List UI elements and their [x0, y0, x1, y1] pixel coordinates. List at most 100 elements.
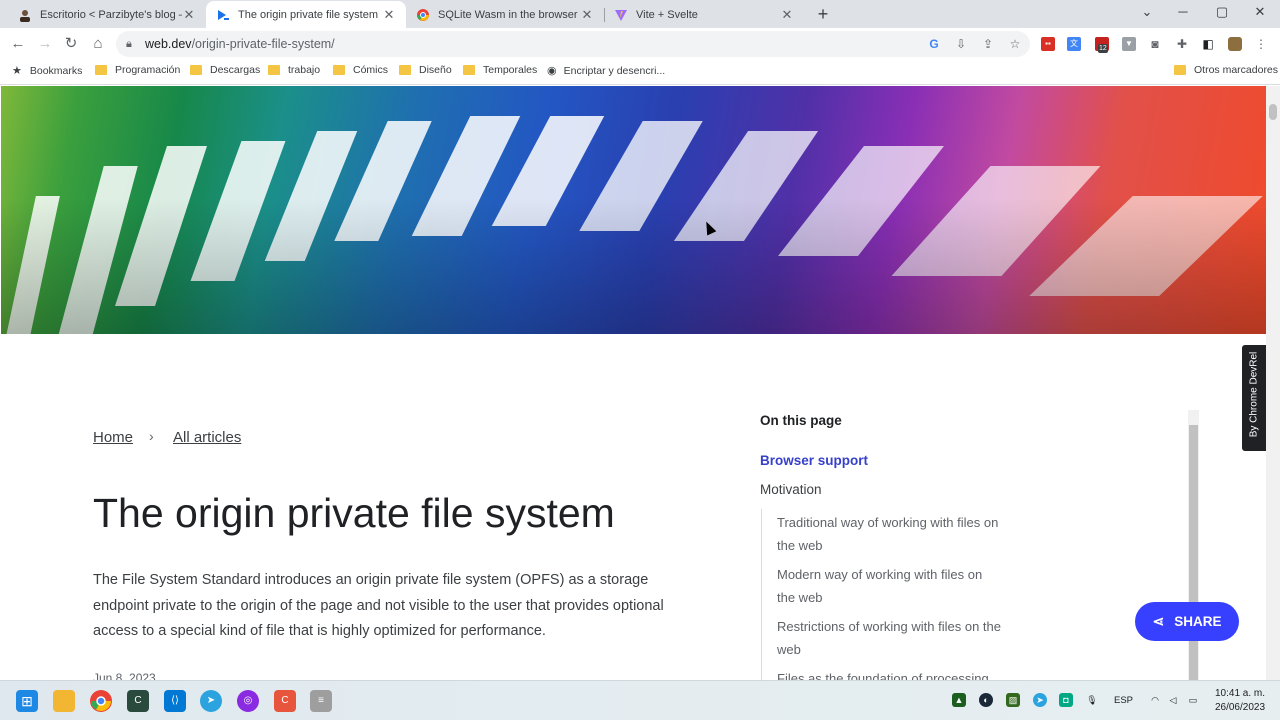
toc-subitem[interactable]: Modern way of working with files on the … — [777, 563, 1002, 609]
file-explorer-icon[interactable] — [53, 690, 75, 712]
clock-date: 26/06/2023 — [1214, 702, 1266, 713]
folder-icon — [268, 65, 280, 75]
telegram-taskbar-icon[interactable]: ➤ — [200, 690, 222, 712]
tab-search-icon[interactable]: ⌄ — [1137, 4, 1157, 20]
chevron-right-icon: › — [149, 428, 154, 444]
podcast-taskbar-icon[interactable]: ◎ — [237, 690, 259, 712]
url-domain: web.dev — [145, 37, 192, 51]
close-icon[interactable]: ✕ — [182, 7, 196, 23]
bookmark-folder[interactable]: trabajo — [268, 64, 320, 76]
system-clock[interactable]: 10:41 a. m. 26/06/2023 — [1208, 687, 1272, 715]
side-panel-icon[interactable]: ◧ — [1201, 37, 1215, 51]
puzzle-extensions-icon[interactable]: ✚ — [1175, 37, 1189, 51]
home-icon[interactable]: ⌂ — [88, 34, 108, 54]
app-c-red-taskbar-icon[interactable]: C — [274, 690, 296, 712]
tab-title: Vite + Svelte — [636, 8, 698, 21]
bookmark-label: trabajo — [288, 64, 321, 76]
publish-date: Jun 8, 2023 — [93, 671, 156, 680]
star-icon: ★ — [12, 65, 22, 77]
new-tab-button[interactable]: + — [813, 4, 833, 25]
tab-title: Escritorio < Parzibyte's blog — W — [40, 8, 182, 21]
toc-scrollbar-thumb[interactable] — [1189, 425, 1198, 680]
share-icon: ⋖ — [1152, 613, 1165, 629]
clock-time: 10:41 a. m. — [1214, 688, 1266, 699]
install-app-icon[interactable]: ⇩ — [953, 36, 969, 52]
bookmark-folder[interactable]: Diseño — [399, 64, 452, 76]
bookmark-manager[interactable]: ★ Bookmarks — [12, 64, 82, 78]
language-indicator[interactable]: ESP — [1114, 695, 1133, 706]
steam-tray-icon[interactable]: ◐ — [979, 693, 993, 707]
bookmark-label: Descargas — [210, 64, 261, 76]
whatsapp-tray-icon[interactable]: ◘ — [1059, 693, 1073, 707]
share-page-icon[interactable]: ⇪ — [980, 36, 996, 52]
bookmark-folder[interactable]: Programación — [95, 64, 180, 76]
google-lens-icon[interactable]: G — [926, 36, 942, 52]
profile-avatar[interactable] — [1228, 37, 1242, 51]
scrollbar-thumb[interactable] — [1269, 104, 1277, 120]
bookmark-folder[interactable]: Descargas — [190, 64, 260, 76]
toc-item-browser-support[interactable]: Browser support — [760, 453, 868, 468]
reload-icon[interactable]: ↻ — [61, 34, 81, 54]
vscode-taskbar-icon[interactable]: ⟨⟩ — [164, 690, 186, 712]
browser-tab-vite[interactable]: Vite + Svelte ✕ — [604, 1, 804, 28]
close-icon[interactable]: ✕ — [580, 7, 594, 23]
tray-app-icon[interactable]: ▨ — [1006, 693, 1020, 707]
telegram-tray-icon[interactable]: ➤ — [1033, 693, 1047, 707]
close-icon[interactable]: ✕ — [780, 7, 794, 23]
extension-badge: 12 — [1098, 44, 1108, 53]
toc-subitem[interactable]: Files as the foundation of processing — [777, 667, 1002, 680]
close-icon[interactable]: ✕ — [382, 7, 396, 23]
translate-extension-icon[interactable]: 文 — [1067, 37, 1081, 51]
toc-subitem[interactable]: Restrictions of working with files on th… — [777, 615, 1002, 661]
app-c-taskbar-icon[interactable]: C — [127, 690, 149, 712]
extension-red-icon[interactable]: ▪▪ — [1041, 37, 1055, 51]
nvidia-tray-icon[interactable]: ▲ — [952, 693, 966, 707]
microphone-icon[interactable]: 🎙︎ — [1085, 693, 1099, 707]
forward-arrow-icon[interactable]: → — [35, 34, 55, 54]
browser-tab-sqlite[interactable]: SQLite Wasm in the browser back ✕ — [406, 1, 604, 28]
bookmark-label: Programación — [115, 64, 181, 76]
chrome-taskbar-icon[interactable] — [90, 690, 112, 712]
windows-start-icon[interactable]: ⊞ — [16, 690, 38, 712]
camera-extension-icon[interactable]: ◙ — [1148, 37, 1162, 51]
browser-toolbar: ← → ↻ ⌂ 🔒︎ web.dev/origin-private-file-s… — [0, 28, 1280, 60]
chrome-favicon-icon — [416, 8, 430, 22]
wifi-icon[interactable]: ◠ — [1148, 693, 1162, 707]
battery-icon[interactable]: ▭ — [1186, 693, 1200, 707]
breadcrumb-all-articles[interactable]: All articles — [173, 429, 241, 446]
maximize-button[interactable]: ▢ — [1212, 4, 1232, 20]
bookmark-star-icon[interactable]: ☆ — [1007, 36, 1023, 52]
bookmark-label: Diseño — [419, 64, 452, 76]
hero-image — [1, 86, 1266, 334]
toc-item-motivation[interactable]: Motivation — [760, 482, 822, 497]
back-arrow-icon[interactable]: ← — [8, 34, 28, 54]
volume-icon[interactable]: ◁ — [1166, 693, 1180, 707]
menu-kebab-icon[interactable]: ⋮ — [1254, 37, 1268, 51]
bookmark-link[interactable]: ◉ Encriptar y desencri... — [547, 64, 665, 78]
tab-title: SQLite Wasm in the browser back — [438, 8, 580, 21]
vite-favicon-icon — [614, 8, 628, 22]
browser-tab-blog[interactable]: Escritorio < Parzibyte's blog — W ✕ — [8, 1, 206, 28]
address-bar[interactable]: 🔒︎ web.dev/origin-private-file-system/ G… — [116, 31, 1030, 57]
tab-title: The origin private file system — [238, 8, 378, 21]
bookmark-label: Otros marcadores — [1194, 64, 1279, 76]
toc-subitem[interactable]: Traditional way of working with files on… — [777, 511, 1002, 557]
bookmark-folder[interactable]: Cómics — [333, 64, 388, 76]
page-title: The origin private file system — [93, 490, 615, 536]
other-bookmarks-folder[interactable]: Otros marcadores — [1174, 64, 1278, 76]
database-taskbar-icon[interactable]: ≡ — [310, 690, 332, 712]
folder-icon — [399, 65, 411, 75]
breadcrumb-home[interactable]: Home — [93, 429, 133, 446]
address-url: web.dev/origin-private-file-system/ — [145, 37, 335, 51]
extension-badge-icon[interactable]: 12 — [1095, 37, 1109, 53]
url-path: /origin-private-file-system/ — [191, 37, 335, 51]
close-window-button[interactable]: ✕ — [1250, 4, 1270, 20]
minimize-button[interactable]: ─ — [1173, 4, 1193, 19]
page-scrollbar[interactable] — [1266, 86, 1280, 680]
share-button[interactable]: ⋖ SHARE — [1135, 602, 1239, 641]
article-lead: The File System Standard introduces an o… — [93, 572, 664, 639]
chrome-devrel-badge[interactable]: By Chrome DevRel — [1242, 345, 1266, 451]
shield-extension-icon[interactable]: ▼ — [1122, 37, 1136, 51]
browser-tab-opfs[interactable]: The origin private file system ✕ — [206, 1, 406, 28]
bookmark-folder[interactable]: Temporales — [463, 64, 537, 76]
